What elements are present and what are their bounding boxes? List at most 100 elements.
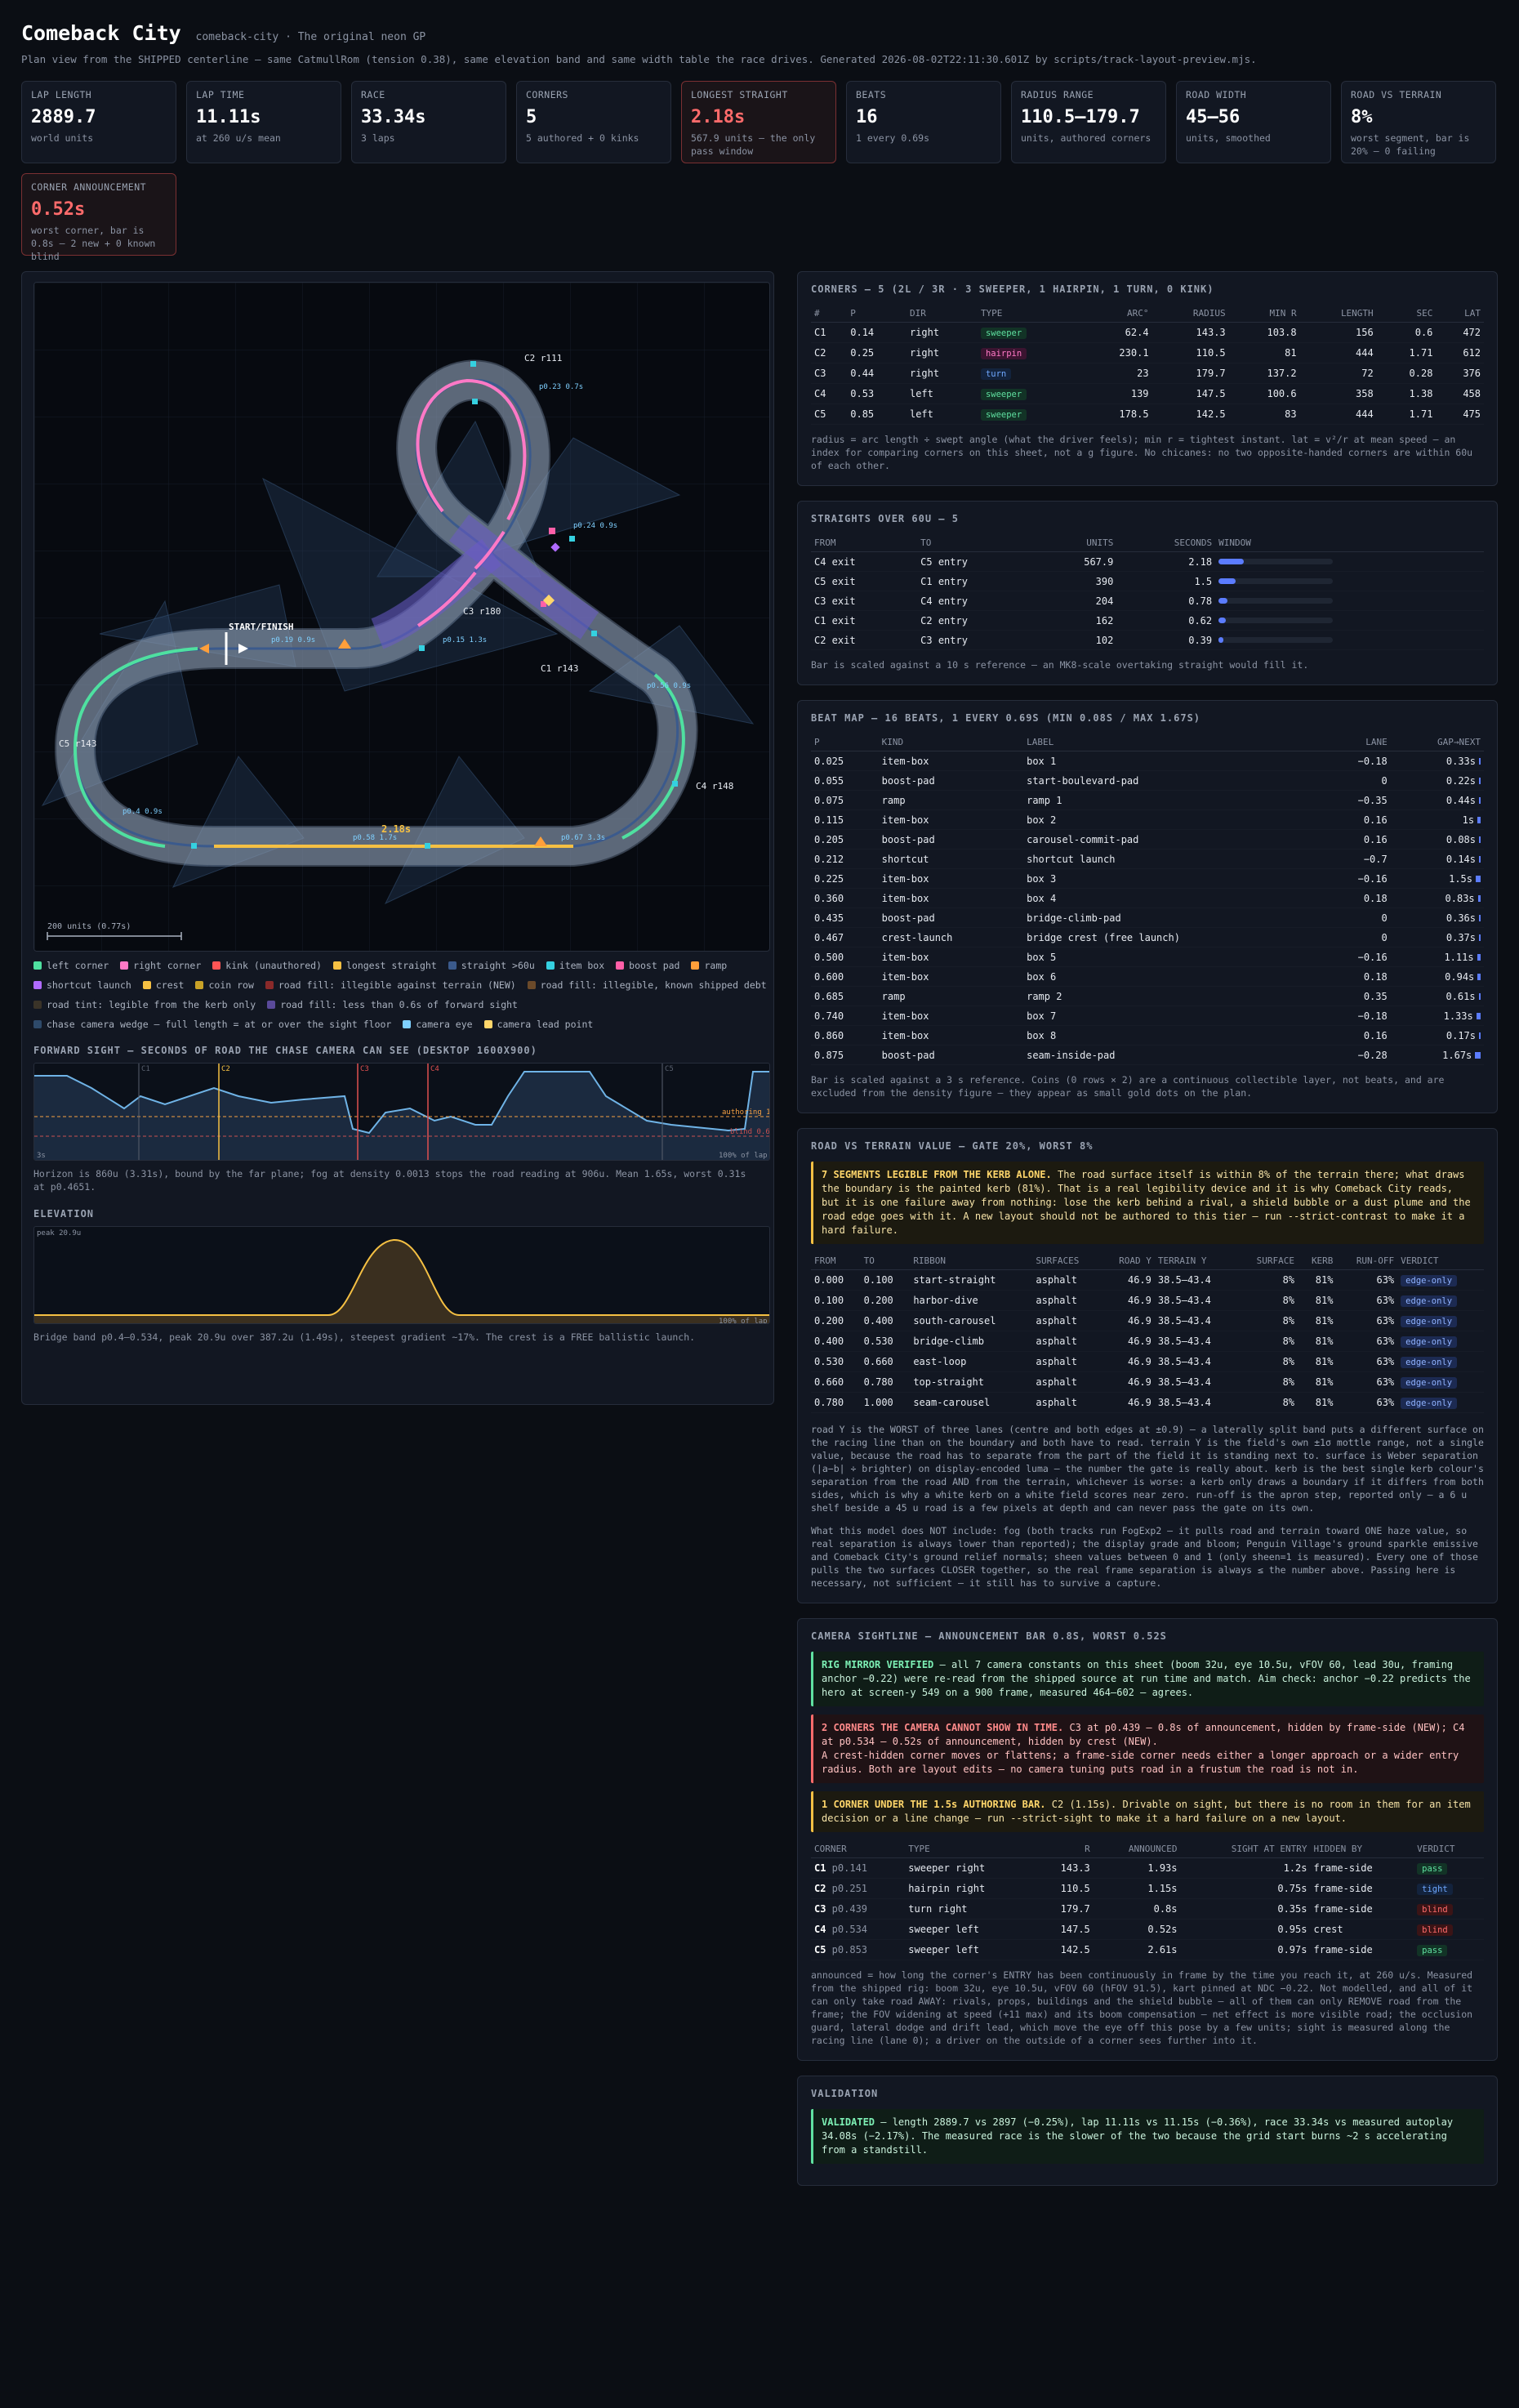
table-row: C1 0.14 right sweeper 62.4 143.3 103.8 156 0.6 47… [811,322,1484,343]
corners-table: # P DIR TYPE ARC° RADIUS MIN R LENGTH SEC LAT C1 0.… [811,305,1484,425]
gap-value: 0.94s [1445,970,1475,983]
table-cell: 8% [1236,1392,1298,1413]
stat-value: 5 [526,107,537,127]
validation-title: VALIDATION [811,2088,879,2099]
column-header: P [811,734,879,751]
legend-swatch [616,961,625,970]
table-cell: 0.52s [1093,1919,1181,1940]
sight-x-end: 100% of lap [719,1152,768,1160]
table-cell: pass [1414,1939,1484,1960]
table-cell: 0.660 [811,1371,861,1393]
table-cell: 0.97s [1180,1939,1311,1960]
table-cell: 110.5 [1036,1878,1094,1899]
page: Comeback City comeback-city · The origin… [0,0,1519,262]
table-cell: 63% [1336,1290,1398,1311]
table-row: C4 p0.534 sweeper left 147.5 0.52s 0.95s cres… [811,1919,1484,1940]
table-cell: 0.740 [811,1006,879,1026]
corner-type-badge: sweeper [980,408,1027,421]
table-cell: box 5 [1023,947,1324,967]
table-cell: 179.7 [1036,1898,1094,1920]
legend-label: camera lead point [497,1019,594,1030]
table-cell: shortcut launch [1023,849,1324,869]
table-row: 0.435 boost-pad bridge-climb-pad 0 0.36s [811,907,1484,928]
table-cell: 137.2 [1228,363,1300,384]
stat-value: 0.52s [31,199,86,220]
table-cell: bridge-climb-pad [1023,907,1324,928]
table-cell: box 2 [1023,809,1324,830]
column-header: TO [860,1252,911,1270]
table-cell: 81% [1298,1269,1337,1291]
table-cell: 444 [1299,342,1377,363]
table-row: C2 exit C3 entry 102 0.39 [811,630,1484,650]
stat-sub: 1 every 0.69s [856,132,930,144]
table-cell: sweeper [977,322,1081,343]
legend-label: left corner [47,960,109,971]
stat-value: 2889.7 [31,107,96,127]
table-cell: C4 entry [917,591,1037,611]
table-row: 0.055 boost-pad start-boulevard-pad 0 0.22s [811,770,1484,791]
table-cell: 38.5–43.4 [1154,1290,1237,1311]
gap-bar [1479,934,1481,941]
table-cell: blind [1414,1919,1484,1940]
column-header: LAT [1436,305,1484,323]
column-header: FROM [811,534,918,552]
table-cell: 0.530 [811,1351,861,1372]
column-header: RIBBON [910,1252,1033,1270]
window-bar-fill [1218,559,1244,564]
table-cell: 1.93s [1093,1857,1181,1879]
table-cell: crest-launch [878,927,1024,948]
table-cell: 0.6 [1376,322,1437,343]
legend-label: camera eye [416,1019,473,1030]
stat-label: RACE [361,89,385,100]
column-header: SEC [1376,305,1437,323]
legend-item: left corner [33,960,109,971]
gap-value: 0.37s [1446,931,1476,943]
table-cell: 103.8 [1228,322,1300,343]
table-cell: left [906,383,978,404]
gap-value: 0.44s [1446,794,1476,806]
table-cell: 81% [1298,1371,1337,1393]
page-header: Comeback City comeback-city · The origin… [21,21,1498,65]
window-bar [1218,637,1334,643]
legend-item: road fill: illegible against terrain (NE… [265,979,516,991]
corner-id: C1 [814,1862,826,1874]
table-cell: frame-side [1310,1898,1414,1920]
legend-swatch [120,961,129,970]
track-plan: START/FINISH 2.18s C2 r111 C3 r180 C1 r1… [33,282,770,952]
track-svg: START/FINISH 2.18s C2 r111 C3 r180 C1 r1… [34,283,769,951]
sight-svg: C1 C2 C3 C4 C5 authoring 1.5s blind 0.6s… [34,1064,770,1160]
table-cell: 38.5–43.4 [1154,1331,1237,1352]
table-cell: 0.780 [811,1392,861,1413]
legend-label: boost pad [629,960,680,971]
table-cell: seam-inside-pad [1023,1045,1324,1065]
authoring-label: authoring 1.5s [722,1108,770,1117]
straights-title: STRAIGHTS OVER 60U — 5 [811,513,959,524]
column-header: SIGHT AT ENTRY [1180,1840,1311,1858]
table-cell: 612 [1436,342,1484,363]
table-cell: 0.860 [811,1025,879,1046]
gap-value: 0.14s [1446,853,1476,865]
table-row: 0.212 shortcut shortcut launch −0.7 0.14s [811,849,1484,869]
stat-label: ROAD WIDTH [1186,89,1247,100]
column-header: ARC° [1080,305,1152,323]
plan-panel: START/FINISH 2.18s C2 r111 C3 r180 C1 r1… [21,271,774,1405]
gap-bar [1476,876,1481,882]
legend-label: coin row [208,979,254,991]
corner-id: C4 [814,1924,826,1935]
elevation-area [34,1239,769,1323]
stat-card: CORNERS 5 5 authored + 0 kinks [516,81,671,163]
gap-value: 1.33s [1443,1010,1473,1022]
stat-card: RACE 33.34s 3 laps [351,81,506,163]
beats-note: Bar is scaled against a 3 s reference. C… [811,1074,1445,1099]
camera-panel: CAMERA SIGHTLINE — ANNOUNCEMENT BAR 0.8S… [797,1618,1498,2061]
camera-verified-heading: RIG MIRROR VERIFIED [822,1659,934,1670]
table-row: C2 p0.251 hairpin right 110.5 1.15s 0.75s fra… [811,1878,1484,1899]
gap-bar [1476,1013,1481,1019]
table-row: 0.205 boost-pad carousel-commit-pad 0.16 0.0… [811,829,1484,849]
corner-id: C2 [814,1883,826,1894]
legend-label: road fill: illegible against terrain (NE… [278,979,516,991]
table-cell: 0 [1323,770,1391,791]
sight-note: Horizon is 860u (3.31s), bound by the fa… [33,1168,746,1193]
legend-label: road fill: illegible, known shipped debt [540,979,767,991]
legend-swatch [403,1020,412,1028]
